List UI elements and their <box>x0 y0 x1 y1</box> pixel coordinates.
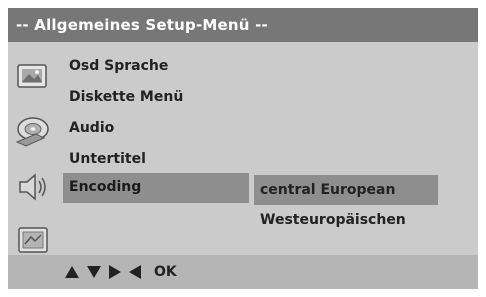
menu-item-encoding[interactable]: Encoding <box>63 173 249 203</box>
up-arrow-icon <box>64 265 80 279</box>
encoding-option-western-european[interactable]: Westeuropäischen <box>254 205 438 235</box>
encoding-option-central-european[interactable]: central European <box>254 175 438 205</box>
menu-item-disc-menu[interactable]: Diskette Menü <box>63 83 243 111</box>
preferences-icon[interactable] <box>14 224 52 258</box>
menu-item-subtitle[interactable]: Untertitel <box>63 145 243 173</box>
right-arrow-icon <box>108 264 122 280</box>
setup-menu-screen: -- Allgemeines Setup-Menü -- Osd Sprache… <box>8 8 478 289</box>
ok-hint-label: OK <box>154 264 177 280</box>
menu-title: -- Allgemeines Setup-Menü -- <box>8 8 478 42</box>
menu-content: Osd Sprache Diskette Menü Audio Untertit… <box>8 42 478 255</box>
navigation-footer: OK <box>8 255 478 289</box>
category-icon-column <box>8 42 60 255</box>
speaker-icon[interactable] <box>14 170 52 204</box>
left-arrow-icon <box>128 264 142 280</box>
menu-item-osd-language[interactable]: Osd Sprache <box>63 52 243 80</box>
menu-item-audio[interactable]: Audio <box>63 114 243 142</box>
down-arrow-icon <box>86 265 102 279</box>
disc-speaker-icon[interactable] <box>14 114 52 148</box>
picture-settings-icon[interactable] <box>14 60 52 94</box>
navigation-hint: OK <box>64 262 177 282</box>
